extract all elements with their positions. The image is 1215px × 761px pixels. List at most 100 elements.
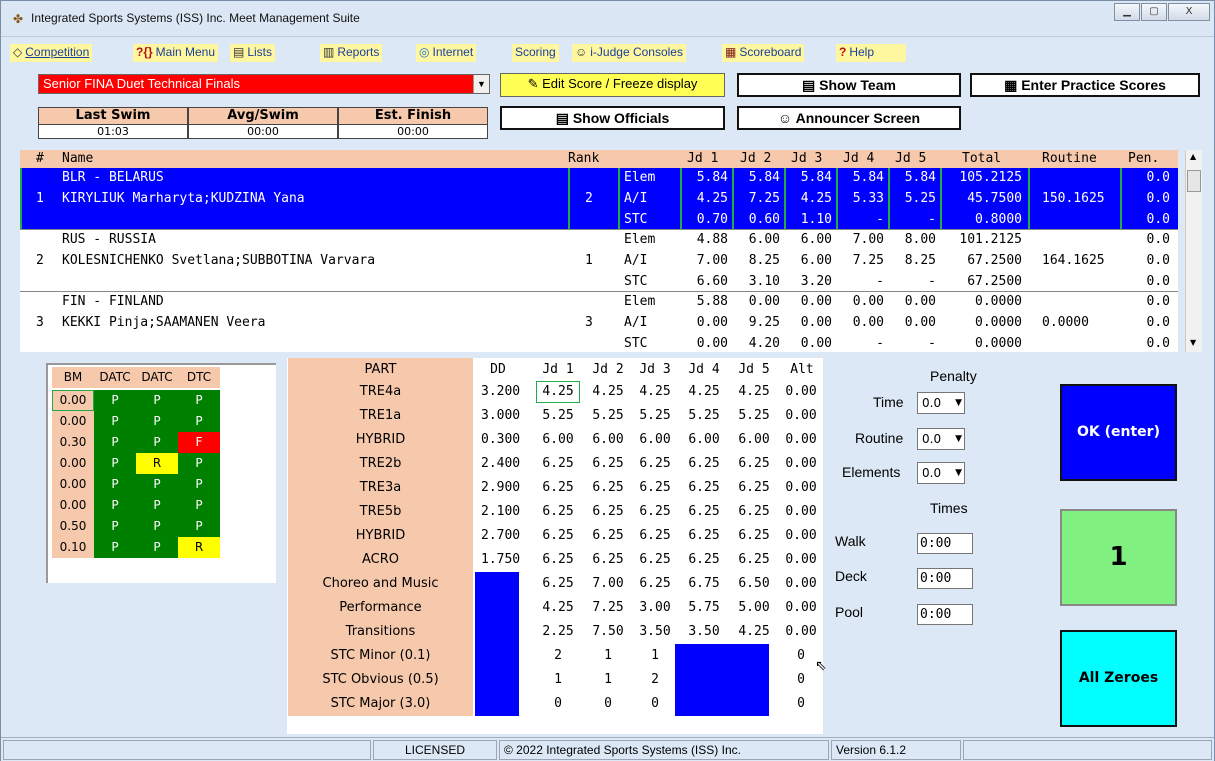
judge-score-input[interactable]: 6.25 (535, 476, 581, 500)
deduction-flag[interactable]: F (178, 432, 220, 453)
menu-help[interactable]: ? Help (836, 44, 906, 62)
alt-score[interactable]: 0.00 (779, 596, 823, 620)
judge-score-input[interactable]: 6.25 (632, 476, 678, 500)
judge-score-input[interactable]: 6.00 (731, 428, 777, 452)
judge-score-input[interactable]: 6.25 (535, 548, 581, 572)
judge-score-input[interactable]: 6.25 (731, 500, 777, 524)
judge-score-input[interactable]: 6.25 (535, 452, 581, 476)
judge-score-input[interactable]: 7.25 (585, 596, 631, 620)
deduction-flag[interactable]: P (178, 516, 220, 537)
stc-count-input[interactable]: 0 (535, 692, 581, 716)
judge-score-input[interactable]: 5.25 (681, 404, 727, 428)
deduction-flag[interactable]: P (178, 453, 220, 474)
minimize-button[interactable]: ▁ (1114, 3, 1140, 21)
judge-score-input[interactable]: 6.00 (535, 428, 581, 452)
deduction-flag[interactable]: P (136, 411, 178, 432)
judge-score-input[interactable]: 7.50 (585, 620, 631, 644)
deduction-flag[interactable]: P (136, 495, 178, 516)
deduction-flag[interactable]: R (178, 537, 220, 558)
deduction-flag[interactable]: P (178, 474, 220, 495)
judge-score-input[interactable]: 7.00 (585, 572, 631, 596)
alt-score[interactable]: 0.00 (779, 452, 823, 476)
judge-score-input[interactable]: 6.25 (585, 548, 631, 572)
table-row[interactable]: 3 FIN - FINLAND KEKKI Pinja;SAAMANEN Veera… (20, 292, 1178, 352)
stc-count-input[interactable]: 2 (535, 644, 581, 668)
alt-score[interactable]: 0.00 (779, 476, 823, 500)
all-zeroes-button[interactable]: All Zeroes (1060, 630, 1177, 727)
deduction-flag[interactable]: P (94, 432, 136, 453)
deduction-flag[interactable]: P (94, 411, 136, 432)
judge-score-input[interactable]: 5.25 (535, 404, 581, 428)
judge-score-input[interactable]: 6.25 (632, 500, 678, 524)
stc-count-input[interactable]: 0 (585, 692, 631, 716)
menu-competition[interactable]: ◇ Competition (10, 44, 93, 62)
deduction-flag[interactable]: P (178, 390, 220, 411)
judge-score-input[interactable]: 3.50 (632, 620, 678, 644)
judge-score-input[interactable]: 6.25 (731, 452, 777, 476)
show-officials-button[interactable]: ▤ Show Officials (500, 106, 725, 130)
judge-score-input[interactable]: 4.25 (632, 380, 678, 404)
alt-score[interactable]: 0.00 (779, 428, 823, 452)
judge-score-input[interactable]: 5.25 (632, 404, 678, 428)
grid-scrollbar[interactable]: ▲ ▼ (1185, 150, 1202, 352)
stc-count-input[interactable]: 1 (632, 644, 678, 668)
judge-score-input[interactable]: 4.25 (731, 380, 777, 404)
judge-score-input[interactable]: 5.25 (585, 404, 631, 428)
judge-score-input[interactable]: 6.25 (632, 548, 678, 572)
edit-score-button[interactable]: ✎ Edit Score / Freeze display (500, 73, 725, 97)
deduction-flag[interactable]: P (136, 537, 178, 558)
judge-score-input[interactable]: 6.25 (535, 500, 581, 524)
time-penalty-select[interactable]: 0.0 ▼ (917, 392, 965, 414)
alt-score[interactable]: 0.00 (779, 380, 823, 404)
judge-score-input[interactable]: 4.25 (535, 596, 581, 620)
alt-score[interactable]: 0 (779, 692, 823, 716)
judge-score-input[interactable]: 6.25 (585, 524, 631, 548)
deck-time-input[interactable]: 0:00 (917, 568, 973, 589)
stc-count-input[interactable]: 2 (632, 668, 678, 692)
table-row[interactable]: 1 BLR - BELARUS KIRYLIUK Marharyta;KUDZINA… (20, 168, 1178, 229)
alt-score[interactable]: 0.00 (779, 404, 823, 428)
routine-penalty-select[interactable]: 0.0 ▼ (917, 428, 965, 450)
judge-score-input[interactable]: 3.00 (632, 596, 678, 620)
judge-score-input[interactable]: 5.75 (681, 596, 727, 620)
stc-count-input[interactable]: 0 (632, 692, 678, 716)
walk-time-input[interactable]: 0:00 (917, 533, 973, 554)
deduction-flag[interactable]: P (136, 432, 178, 453)
menu-main-menu[interactable]: ?{} Main Menu (133, 44, 219, 62)
deduction-flag[interactable]: P (94, 495, 136, 516)
event-select[interactable]: Senior FINA Duet Technical Finals ▼ (38, 74, 490, 94)
judge-score-input[interactable]: 4.25 (731, 620, 777, 644)
menu-scoreboard[interactable]: ▦ Scoreboard (722, 44, 805, 62)
judge-score-input[interactable]: 4.25 (681, 380, 727, 404)
pool-time-input[interactable]: 0:00 (917, 604, 973, 625)
judge-score-input[interactable]: 6.25 (585, 476, 631, 500)
deduction-flag[interactable]: P (136, 516, 178, 537)
judge-score-input[interactable]: 6.75 (681, 572, 727, 596)
judge-score-input[interactable]: 6.25 (585, 452, 631, 476)
judge-score-input[interactable]: 6.25 (681, 476, 727, 500)
judge-score-input[interactable]: 6.00 (585, 428, 631, 452)
menu-reports[interactable]: ▥ Reports (320, 44, 383, 62)
judge-score-input[interactable]: 6.00 (632, 428, 678, 452)
judge-score-input[interactable]: 6.25 (731, 548, 777, 572)
close-button[interactable]: X (1168, 3, 1210, 21)
deduction-flag[interactable]: P (94, 453, 136, 474)
elements-penalty-select[interactable]: 0.0 ▼ (917, 462, 965, 484)
menu-scoring[interactable]: Scoring (512, 44, 559, 62)
deduction-flag[interactable]: P (94, 474, 136, 495)
alt-score[interactable]: 0.00 (779, 548, 823, 572)
maximize-button[interactable]: ▢ (1141, 3, 1167, 21)
deduction-flag[interactable]: P (178, 495, 220, 516)
judge-score-input[interactable]: 6.00 (681, 428, 727, 452)
table-row[interactable]: 2 RUS - RUSSIA KOLESNICHENKO Svetlana;SUBB… (20, 230, 1178, 291)
judge-score-input[interactable]: 6.25 (681, 500, 727, 524)
alt-score[interactable]: 0.00 (779, 572, 823, 596)
judge-score-input[interactable]: 6.50 (731, 572, 777, 596)
alt-score[interactable]: 0.00 (779, 620, 823, 644)
scroll-down-icon[interactable]: ▼ (1190, 338, 1196, 347)
stc-count-input[interactable]: 1 (585, 668, 631, 692)
judge-score-input[interactable]: 3.50 (681, 620, 727, 644)
stc-count-input[interactable]: 1 (585, 644, 631, 668)
scroll-thumb[interactable] (1187, 170, 1201, 192)
judge-score-input[interactable]: 5.25 (731, 404, 777, 428)
